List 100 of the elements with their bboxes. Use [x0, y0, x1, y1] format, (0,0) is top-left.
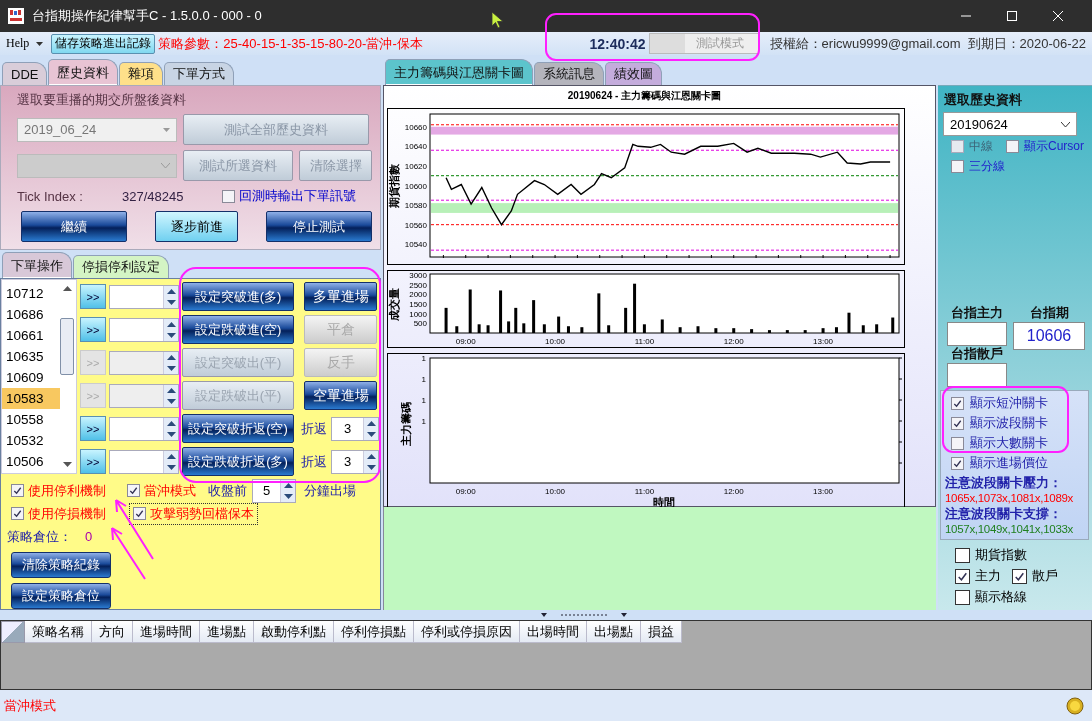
- number-field[interactable]: 5: [252, 478, 296, 503]
- fill-button[interactable]: >>: [80, 317, 106, 342]
- tab[interactable]: 系統訊息: [534, 62, 604, 85]
- checkbox[interactable]: [951, 416, 964, 430]
- down-arrow-icon[interactable]: [366, 464, 376, 470]
- maximize-icon[interactable]: [1006, 10, 1018, 22]
- up-arrow-icon[interactable]: [166, 420, 176, 426]
- action-button[interactable]: 逐步前進: [155, 211, 238, 242]
- fill-button[interactable]: >>: [80, 416, 106, 441]
- main-force-field[interactable]: [947, 322, 1007, 346]
- tab[interactable]: 下單方式: [164, 62, 235, 85]
- column-header[interactable]: 損益: [641, 621, 682, 643]
- checkbox[interactable]: [1006, 139, 1019, 153]
- tab[interactable]: DDE: [2, 62, 48, 85]
- column-header[interactable]: 停利停損點: [334, 621, 414, 643]
- checkbox[interactable]: [951, 436, 964, 450]
- checkbox[interactable]: [11, 484, 24, 497]
- number-field[interactable]: 3: [331, 416, 379, 441]
- number-field[interactable]: [109, 416, 179, 441]
- number-field[interactable]: [109, 284, 179, 309]
- up-arrow-icon[interactable]: [366, 420, 376, 426]
- caret-icon[interactable]: [36, 41, 44, 46]
- column-header[interactable]: 方向: [92, 621, 133, 643]
- price-item[interactable]: 10506: [2, 451, 60, 472]
- checkbox[interactable]: [127, 484, 140, 497]
- up-arrow-icon[interactable]: [283, 482, 293, 488]
- up-arrow-icon[interactable]: [166, 354, 176, 360]
- price-item[interactable]: 10712: [2, 283, 60, 304]
- action-button[interactable]: 停止測試: [266, 211, 372, 242]
- order-button[interactable]: 空單進場: [304, 381, 377, 410]
- tab[interactable]: 主力籌碼與江恩關卡圖: [385, 59, 533, 85]
- checkbox[interactable]: [955, 547, 970, 563]
- down-arrow-icon[interactable]: [166, 299, 176, 305]
- down-arrow-icon[interactable]: [166, 398, 176, 404]
- checkbox[interactable]: [1012, 568, 1027, 584]
- price-list[interactable]: 10712 10686 10661 10635 10609 10583 10558 10532 10506: [1, 279, 77, 474]
- number-field[interactable]: [109, 449, 179, 474]
- order-button[interactable]: 多單進場: [304, 282, 377, 311]
- price-item[interactable]: 10532: [2, 430, 60, 451]
- price-item[interactable]: 10609: [2, 367, 60, 388]
- checkbox[interactable]: [222, 189, 235, 203]
- scroll-down-icon[interactable]: [62, 462, 72, 467]
- retail-field[interactable]: [947, 363, 1007, 387]
- up-arrow-icon[interactable]: [166, 387, 176, 393]
- down-arrow-icon[interactable]: [283, 493, 293, 499]
- close-icon[interactable]: [1052, 10, 1064, 22]
- down-arrow-icon[interactable]: [166, 431, 176, 437]
- checkbox[interactable]: [951, 159, 964, 173]
- price-item[interactable]: 10686: [2, 304, 60, 325]
- price-item[interactable]: 10635: [2, 346, 60, 367]
- column-header[interactable]: 進場時間: [133, 621, 200, 643]
- fill-button[interactable]: >>: [80, 284, 106, 309]
- price-item[interactable]: 10661: [2, 325, 60, 346]
- set-button[interactable]: 設定突破進(多): [182, 282, 294, 311]
- price-item[interactable]: 10583: [2, 388, 60, 409]
- number-field[interactable]: 3: [331, 449, 379, 474]
- strategy-button[interactable]: 設定策略倉位: [11, 583, 111, 609]
- down-arrow-icon[interactable]: [166, 332, 176, 338]
- checkbox[interactable]: [951, 396, 964, 410]
- set-button[interactable]: 設定突破折返(空): [182, 414, 294, 443]
- down-arrow-icon[interactable]: [166, 365, 176, 371]
- checkbox[interactable]: [133, 507, 146, 520]
- column-header[interactable]: 停利或停損原因: [414, 621, 520, 643]
- action-button[interactable]: 繼續: [21, 211, 127, 242]
- column-header[interactable]: 啟動停利點: [254, 621, 334, 643]
- up-arrow-icon[interactable]: [366, 453, 376, 459]
- checkbox[interactable]: [955, 568, 970, 584]
- axis-title: 主力籌碼: [400, 402, 412, 446]
- tab[interactable]: 雜項: [119, 62, 164, 85]
- tab[interactable]: 歷史資料: [48, 59, 119, 85]
- column-header[interactable]: 策略名稱: [25, 621, 92, 643]
- number-field[interactable]: [109, 317, 179, 342]
- up-arrow-icon[interactable]: [166, 321, 176, 327]
- tab[interactable]: 績效圖: [605, 62, 662, 85]
- focus-outline[interactable]: 攻擊弱勢回檔保本: [129, 502, 258, 525]
- number-field[interactable]: [109, 350, 179, 375]
- set-button[interactable]: 設定跌破折返(多): [182, 447, 294, 476]
- tab[interactable]: 停損停利設定: [73, 255, 169, 278]
- down-arrow-icon[interactable]: [166, 464, 176, 470]
- checkbox[interactable]: [11, 507, 24, 520]
- column-header[interactable]: 出場點: [587, 621, 641, 643]
- tab[interactable]: 下單操作: [2, 252, 72, 278]
- strategy-button[interactable]: 清除策略紀錄: [11, 552, 111, 578]
- futures-field[interactable]: 10606: [1013, 322, 1085, 350]
- save-button[interactable]: 儲存策略進出記錄: [51, 33, 156, 54]
- price-item[interactable]: 10558: [2, 409, 60, 430]
- fill-button[interactable]: >>: [80, 449, 106, 474]
- checkbox[interactable]: [951, 456, 964, 470]
- number-field[interactable]: [109, 383, 179, 408]
- history-dropdown[interactable]: 20190624: [943, 112, 1077, 136]
- up-arrow-icon[interactable]: [166, 453, 176, 459]
- set-button[interactable]: 設定跌破進(空): [182, 315, 294, 344]
- column-header[interactable]: 進場點: [200, 621, 254, 643]
- scroll-thumb[interactable]: [60, 318, 74, 375]
- down-arrow-icon[interactable]: [366, 431, 376, 437]
- checkbox[interactable]: [955, 589, 970, 605]
- help-menu[interactable]: Help: [6, 36, 30, 51]
- scroll-up-icon[interactable]: [62, 286, 72, 291]
- column-header[interactable]: 出場時間: [520, 621, 587, 643]
- up-arrow-icon[interactable]: [166, 288, 176, 294]
